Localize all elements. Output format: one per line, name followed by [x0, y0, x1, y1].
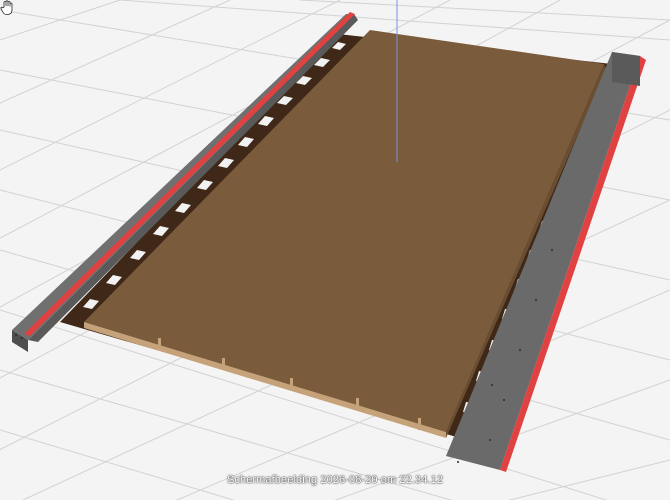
screenshot-caption: Schermafbeelding 2026-08-20 om 22.34.12 [226, 474, 444, 486]
3d-viewport[interactable]: Schermafbeelding 2026-08-20 om 22.34.12 [0, 0, 670, 500]
scene-canvas[interactable] [0, 0, 670, 500]
hand-cursor-icon [0, 0, 13, 15]
